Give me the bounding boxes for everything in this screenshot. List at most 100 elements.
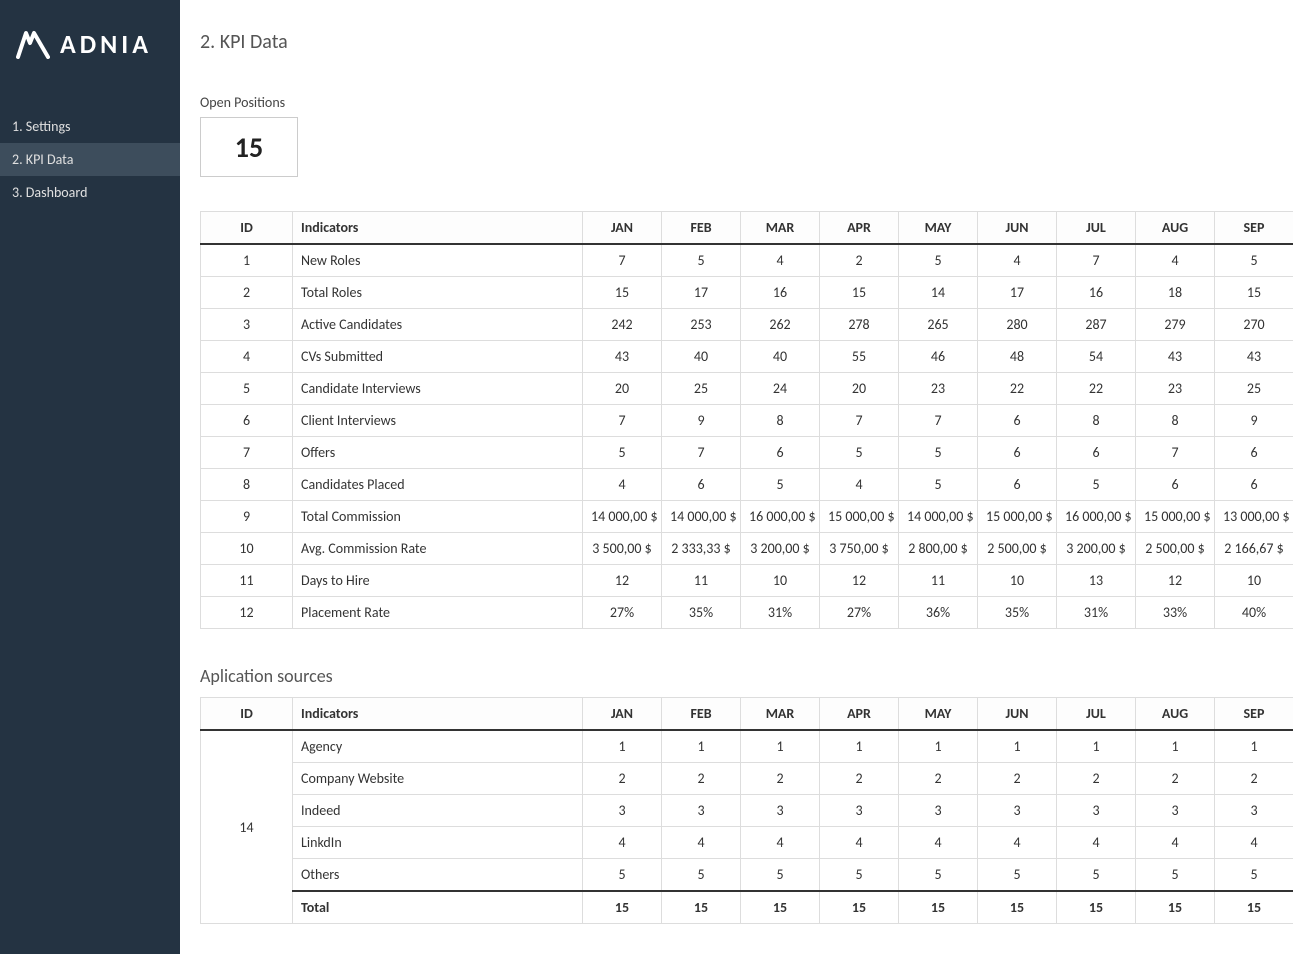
cell-value[interactable]: 253 bbox=[662, 309, 741, 341]
cell-indicator[interactable]: Offers bbox=[293, 437, 583, 469]
cell-indicator[interactable]: Candidate Interviews bbox=[293, 373, 583, 405]
cell-value[interactable]: 278 bbox=[820, 309, 899, 341]
cell-value[interactable]: 35% bbox=[978, 597, 1057, 629]
cell-value[interactable]: 12 bbox=[820, 565, 899, 597]
cell-value[interactable]: 43 bbox=[583, 341, 662, 373]
cell-value[interactable]: 15 bbox=[1215, 277, 1293, 309]
cell-value[interactable]: 3 750,00 $ bbox=[820, 533, 899, 565]
cell-value[interactable]: 8 bbox=[741, 405, 820, 437]
cell-value[interactable]: 27% bbox=[820, 597, 899, 629]
cell-value[interactable]: 15 bbox=[1136, 891, 1215, 924]
cell-value[interactable]: 5 bbox=[1057, 469, 1136, 501]
cell-value[interactable]: 12 bbox=[1136, 565, 1215, 597]
cell-value[interactable]: 5 bbox=[583, 437, 662, 469]
cell-value[interactable]: 8 bbox=[1136, 405, 1215, 437]
cell-value[interactable]: 22 bbox=[978, 373, 1057, 405]
cell-value[interactable]: 7 bbox=[899, 405, 978, 437]
cell-value[interactable]: 15 000,00 $ bbox=[820, 501, 899, 533]
cell-value[interactable]: 4 bbox=[741, 827, 820, 859]
cell-value[interactable]: 17 bbox=[662, 277, 741, 309]
cell-value[interactable]: 4 bbox=[583, 827, 662, 859]
cell-value[interactable]: 7 bbox=[583, 405, 662, 437]
cell-value[interactable]: 16 bbox=[741, 277, 820, 309]
cell-value[interactable]: 280 bbox=[978, 309, 1057, 341]
cell-indicator[interactable]: Client Interviews bbox=[293, 405, 583, 437]
cell-value[interactable]: 5 bbox=[662, 859, 741, 892]
cell-value[interactable]: 2 bbox=[741, 763, 820, 795]
cell-value[interactable]: 2 bbox=[1057, 763, 1136, 795]
cell-value[interactable]: 2 166,67 $ bbox=[1215, 533, 1293, 565]
cell-value[interactable]: 2 bbox=[820, 763, 899, 795]
cell-value[interactable]: 15 bbox=[978, 891, 1057, 924]
cell-id[interactable]: 10 bbox=[201, 533, 293, 565]
cell-value[interactable]: 2 bbox=[1215, 763, 1293, 795]
cell-value[interactable]: 7 bbox=[820, 405, 899, 437]
cell-indicator[interactable]: Agency bbox=[293, 730, 583, 763]
cell-value[interactable]: 4 bbox=[978, 244, 1057, 277]
cell-value[interactable]: 7 bbox=[1136, 437, 1215, 469]
sidebar-item-2[interactable]: 3. Dashboard bbox=[0, 176, 180, 209]
cell-value[interactable]: 242 bbox=[583, 309, 662, 341]
cell-value[interactable]: 5 bbox=[741, 469, 820, 501]
cell-value[interactable]: 3 bbox=[978, 795, 1057, 827]
cell-value[interactable]: 15 bbox=[899, 891, 978, 924]
cell-value[interactable]: 15 000,00 $ bbox=[1136, 501, 1215, 533]
cell-value[interactable]: 3 bbox=[1136, 795, 1215, 827]
cell-value[interactable]: 7 bbox=[583, 244, 662, 277]
cell-indicator[interactable]: CVs Submitted bbox=[293, 341, 583, 373]
cell-value[interactable]: 14 000,00 $ bbox=[662, 501, 741, 533]
cell-value[interactable]: 14 bbox=[899, 277, 978, 309]
cell-id[interactable]: 1 bbox=[201, 244, 293, 277]
cell-value[interactable]: 22 bbox=[1057, 373, 1136, 405]
cell-value[interactable]: 4 bbox=[1057, 827, 1136, 859]
sidebar-item-0[interactable]: 1. Settings bbox=[0, 110, 180, 143]
cell-value[interactable]: 16 000,00 $ bbox=[1057, 501, 1136, 533]
cell-value[interactable]: 3 bbox=[1057, 795, 1136, 827]
cell-value[interactable]: 3 200,00 $ bbox=[741, 533, 820, 565]
cell-value[interactable]: 16 bbox=[1057, 277, 1136, 309]
cell-id[interactable]: 7 bbox=[201, 437, 293, 469]
cell-value[interactable]: 43 bbox=[1215, 341, 1293, 373]
cell-indicator[interactable]: Active Candidates bbox=[293, 309, 583, 341]
cell-value[interactable]: 1 bbox=[583, 730, 662, 763]
cell-id[interactable]: 14 bbox=[201, 730, 293, 924]
cell-indicator[interactable]: Indeed bbox=[293, 795, 583, 827]
cell-value[interactable]: 3 bbox=[1215, 795, 1293, 827]
cell-value[interactable]: 27% bbox=[583, 597, 662, 629]
cell-value[interactable]: 279 bbox=[1136, 309, 1215, 341]
cell-value[interactable]: 287 bbox=[1057, 309, 1136, 341]
cell-value[interactable]: 6 bbox=[1215, 469, 1293, 501]
cell-value[interactable]: 4 bbox=[1136, 827, 1215, 859]
cell-value[interactable]: 40% bbox=[1215, 597, 1293, 629]
cell-value[interactable]: 23 bbox=[1136, 373, 1215, 405]
cell-value[interactable]: 25 bbox=[662, 373, 741, 405]
cell-value[interactable]: 2 500,00 $ bbox=[978, 533, 1057, 565]
cell-value[interactable]: 15 bbox=[583, 277, 662, 309]
cell-value[interactable]: 5 bbox=[820, 437, 899, 469]
cell-value[interactable]: 4 bbox=[583, 469, 662, 501]
cell-value[interactable]: 5 bbox=[1215, 859, 1293, 892]
cell-value[interactable]: 1 bbox=[662, 730, 741, 763]
cell-value[interactable]: 14 000,00 $ bbox=[899, 501, 978, 533]
cell-value[interactable]: 15 bbox=[820, 891, 899, 924]
cell-value[interactable]: 55 bbox=[820, 341, 899, 373]
cell-value[interactable]: 4 bbox=[1136, 244, 1215, 277]
cell-value[interactable]: 35% bbox=[662, 597, 741, 629]
cell-value[interactable]: 3 bbox=[662, 795, 741, 827]
cell-value[interactable]: 11 bbox=[899, 565, 978, 597]
cell-value[interactable]: 15 bbox=[820, 277, 899, 309]
cell-value[interactable]: 1 bbox=[820, 730, 899, 763]
cell-value[interactable]: 25 bbox=[1215, 373, 1293, 405]
cell-value[interactable]: 5 bbox=[583, 859, 662, 892]
cell-value[interactable]: 3 bbox=[899, 795, 978, 827]
cell-value[interactable]: 16 000,00 $ bbox=[741, 501, 820, 533]
cell-value[interactable]: 2 bbox=[899, 763, 978, 795]
cell-value[interactable]: 6 bbox=[978, 469, 1057, 501]
cell-value[interactable]: 1 bbox=[741, 730, 820, 763]
cell-value[interactable]: 9 bbox=[662, 405, 741, 437]
cell-id[interactable]: 11 bbox=[201, 565, 293, 597]
cell-value[interactable]: 6 bbox=[978, 437, 1057, 469]
cell-indicator[interactable]: Company Website bbox=[293, 763, 583, 795]
cell-indicator[interactable]: Placement Rate bbox=[293, 597, 583, 629]
cell-value[interactable]: 15 000,00 $ bbox=[978, 501, 1057, 533]
